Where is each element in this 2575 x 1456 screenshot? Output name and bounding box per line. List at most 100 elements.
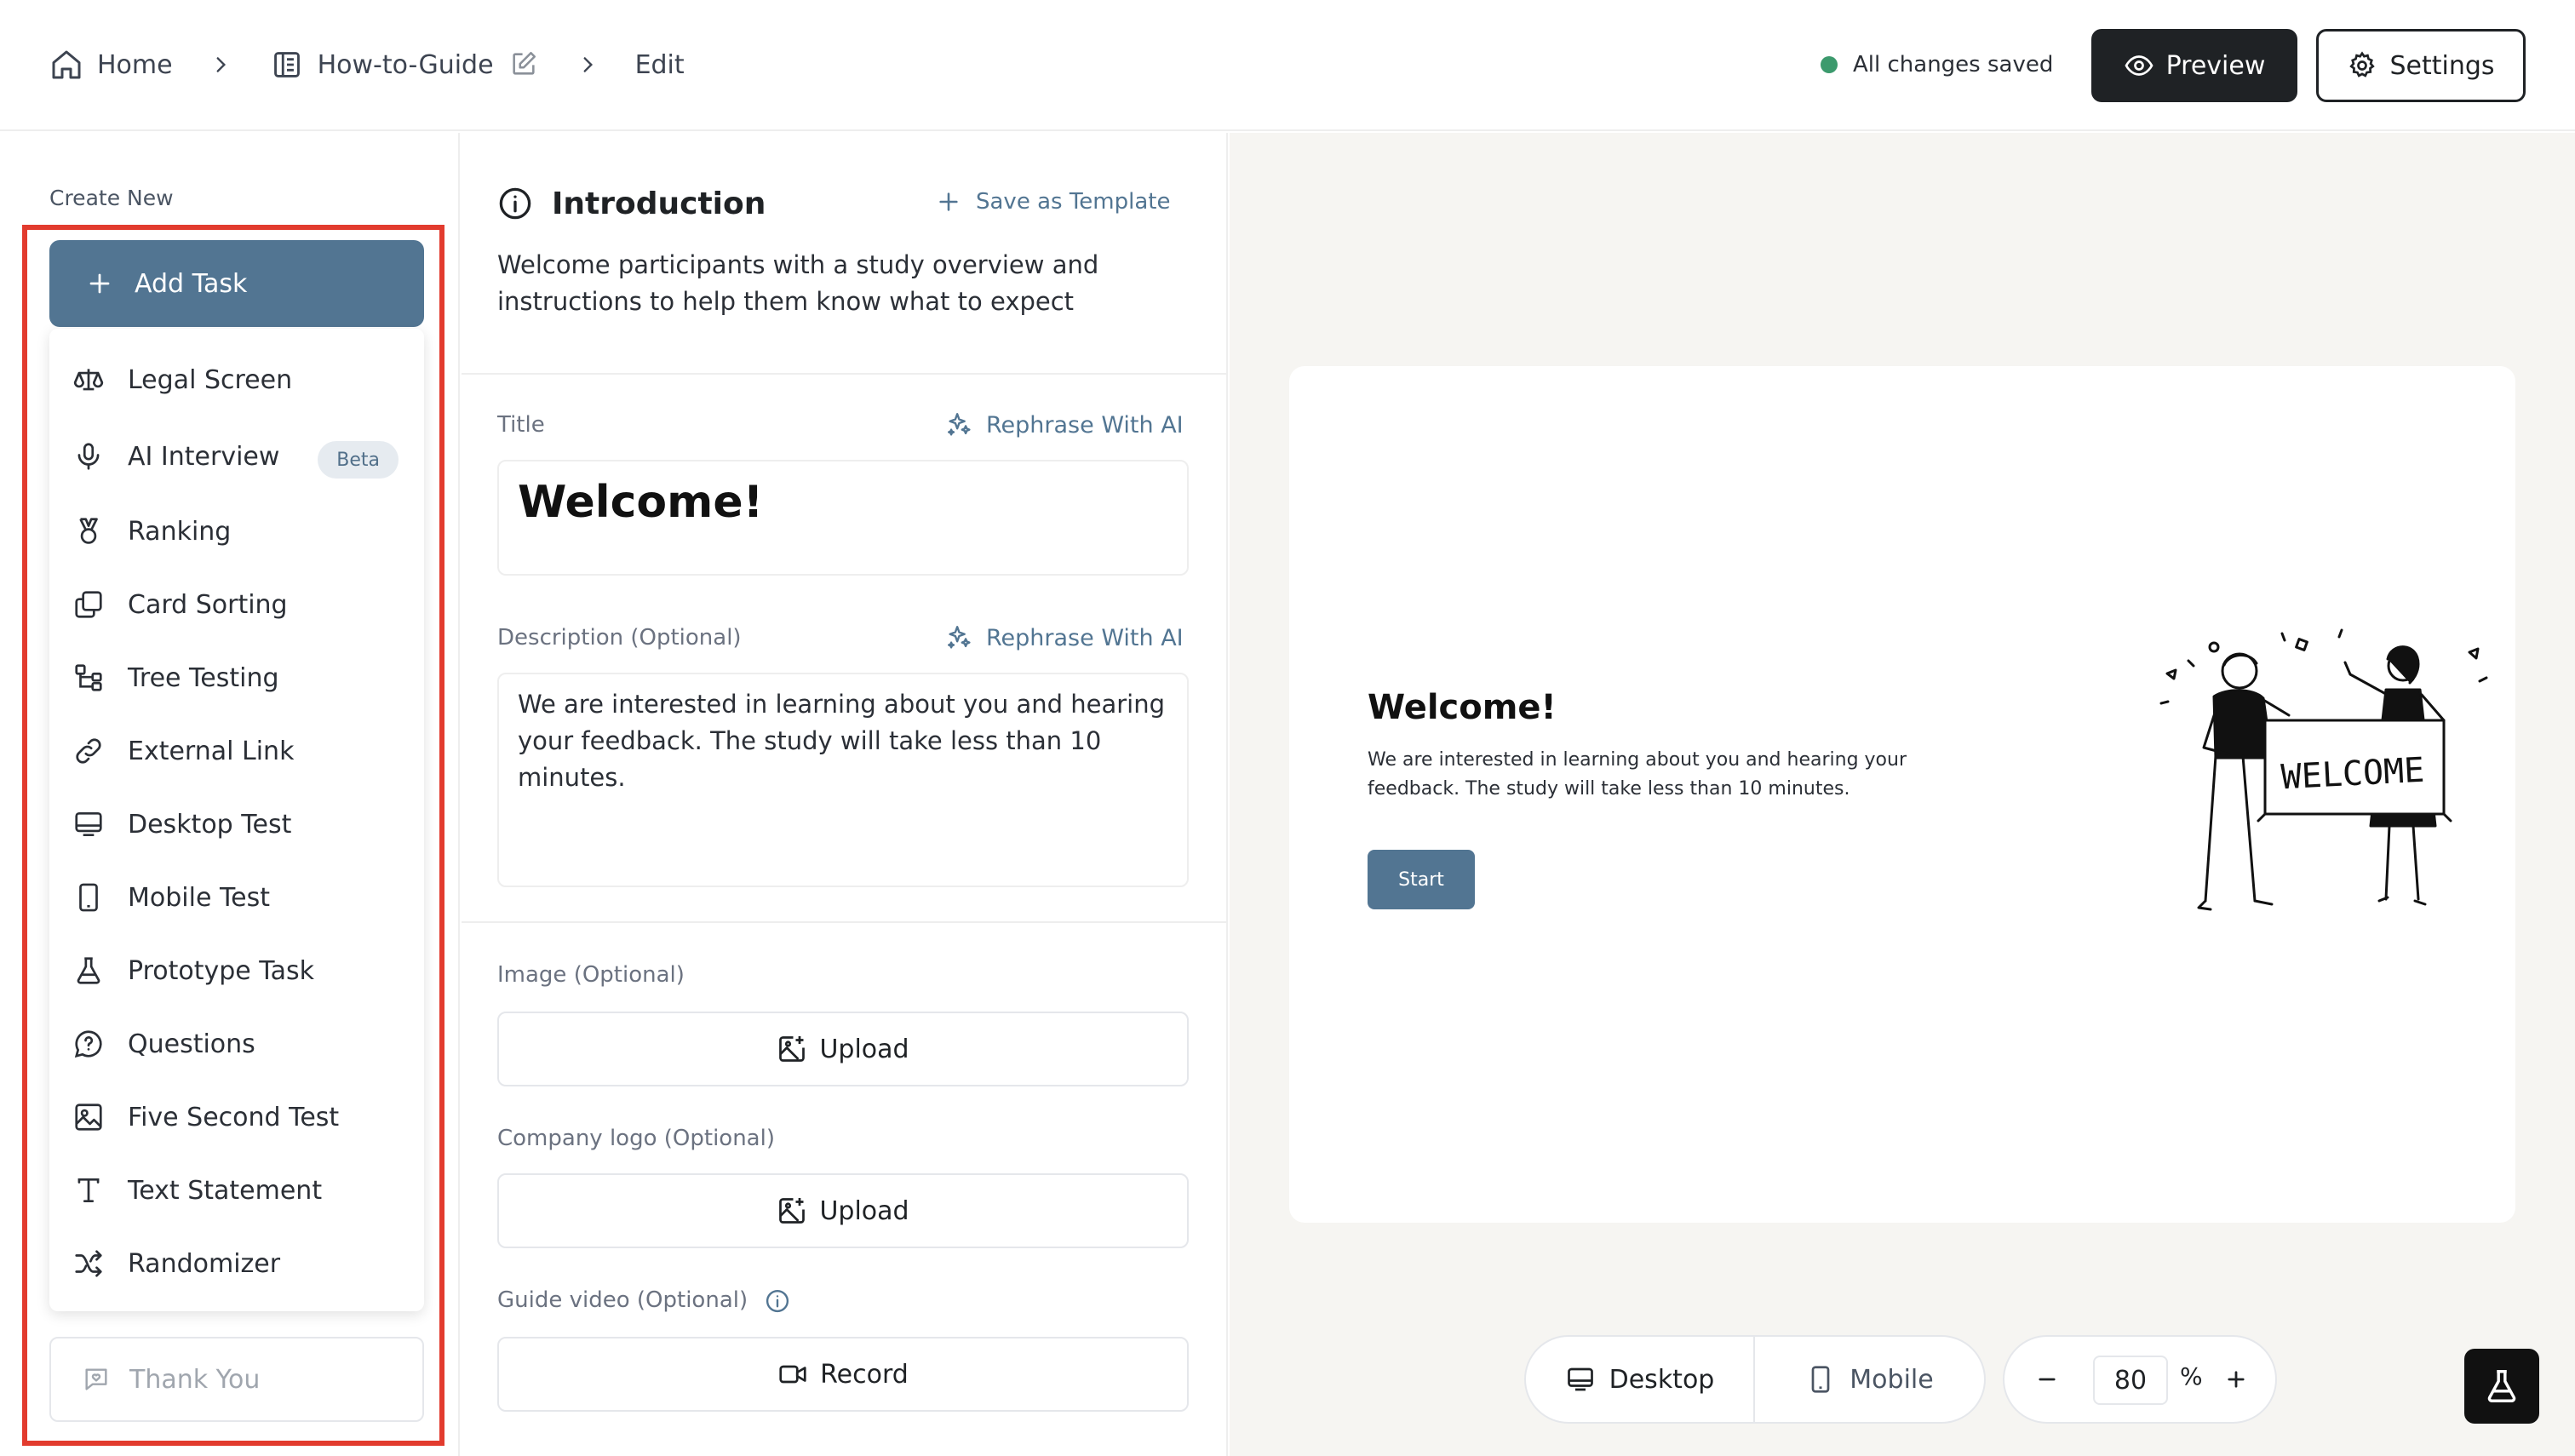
- preview-card: Welcome! We are interested in learning a…: [1289, 366, 2515, 1223]
- mobile-view-label: Mobile: [1850, 1364, 1934, 1395]
- menu-item-legal-screen[interactable]: Legal Screen: [49, 346, 424, 414]
- desktop-view-label: Desktop: [1609, 1364, 1715, 1395]
- menu-item-label: Questions: [128, 1029, 255, 1059]
- shuffle-icon: [72, 1247, 106, 1281]
- menu-item-label: Desktop Test: [128, 809, 292, 840]
- gear-icon: [2349, 51, 2376, 77]
- heart-bubble-icon: [85, 1368, 107, 1390]
- mobile-view-button[interactable]: Mobile: [1755, 1337, 1984, 1422]
- save-status-text: All changes saved: [1853, 52, 2054, 77]
- breadcrumb-guide[interactable]: How-to-Guide: [268, 46, 540, 83]
- section-description: Welcome participants with a study overvi…: [497, 250, 1099, 316]
- preview-button-label: Preview: [2165, 50, 2266, 81]
- image-icon: [72, 1100, 106, 1134]
- beta-badge: Beta: [318, 441, 399, 479]
- breadcrumb-home[interactable]: Home: [48, 46, 173, 83]
- menu-item-questions[interactable]: Questions: [49, 1010, 424, 1078]
- menu-item-tree-testing[interactable]: Tree Testing: [49, 644, 424, 712]
- menu-item-label: Mobile Test: [128, 882, 271, 913]
- rephrase-label: Rephrase With AI: [986, 624, 1184, 651]
- image-label: Image (Optional): [497, 962, 685, 988]
- text-icon: [72, 1173, 106, 1207]
- menu-item-text-statement[interactable]: Text Statement: [49, 1156, 424, 1224]
- breadcrumb-home-label: Home: [97, 49, 173, 80]
- description-textarea[interactable]: We are interested in learning about you …: [497, 673, 1189, 887]
- pencil-edit-icon[interactable]: [509, 49, 540, 80]
- logo-upload-button[interactable]: Upload: [497, 1173, 1189, 1248]
- link-icon: [72, 734, 106, 768]
- device-toggle: Desktop Mobile: [1524, 1335, 1986, 1424]
- menu-item-label: Legal Screen: [128, 364, 293, 395]
- breadcrumb-guide-label: How-to-Guide: [317, 49, 494, 80]
- menu-item-label: AI Interview: [128, 441, 280, 472]
- settings-button[interactable]: Settings: [2316, 29, 2526, 102]
- menu-item-randomizer[interactable]: Randomizer: [49, 1230, 424, 1298]
- rephrase-label: Rephrase With AI: [986, 411, 1184, 439]
- menu-item-label: Randomizer: [128, 1248, 281, 1279]
- menu-item-five-second-test[interactable]: Five Second Test: [49, 1083, 424, 1151]
- menu-item-label: External Link: [128, 736, 295, 766]
- guide-video-label: Guide video (Optional): [497, 1287, 790, 1314]
- menu-item-label: Card Sorting: [128, 589, 288, 620]
- zoom-out-button[interactable]: [2030, 1362, 2064, 1396]
- preview-button[interactable]: Preview: [2091, 29, 2297, 102]
- cards-icon: [72, 588, 106, 622]
- menu-item-ranking[interactable]: Ranking: [49, 497, 424, 565]
- menu-item-label: Text Statement: [128, 1175, 323, 1206]
- tree-icon: [72, 661, 106, 695]
- thank-you-label: Thank You: [129, 1364, 261, 1395]
- menu-item-label: Ranking: [128, 516, 232, 547]
- desktop-view-button[interactable]: Desktop: [1526, 1337, 1755, 1422]
- record-video-button[interactable]: Record: [497, 1337, 1189, 1412]
- menu-item-label: Tree Testing: [128, 662, 279, 693]
- menu-item-label: Prototype Task: [128, 955, 315, 986]
- sparkle-icon: [948, 413, 971, 436]
- divider: [462, 373, 1228, 375]
- menu-item-ai-interview[interactable]: AI Interview Beta: [49, 422, 424, 490]
- guide-video-label-text: Guide video (Optional): [497, 1287, 748, 1313]
- phone-icon: [72, 880, 106, 914]
- zoom-unit: %: [2180, 1362, 2203, 1390]
- preview-start-button[interactable]: Start: [1368, 850, 1475, 909]
- breadcrumb: Home How-to-Guide Edit: [48, 41, 685, 89]
- chevron-right-icon: [572, 49, 603, 80]
- editor-panel: Introduction Save as Template Welcome pa…: [462, 133, 1228, 1456]
- plus-icon: [2228, 1371, 2245, 1388]
- minus-icon: [2039, 1378, 2056, 1381]
- plus-icon: [939, 192, 958, 211]
- zoom-in-button[interactable]: [2219, 1362, 2253, 1396]
- lab-flask-button[interactable]: [2464, 1349, 2539, 1424]
- preview-panel: Welcome! We are interested in learning a…: [1230, 133, 2575, 1456]
- rephrase-title-button[interactable]: Rephrase With AI: [945, 410, 1184, 439]
- home-icon: [48, 46, 85, 83]
- menu-item-desktop-test[interactable]: Desktop Test: [49, 790, 424, 858]
- title-label: Title: [497, 412, 545, 438]
- flask-icon: [72, 954, 106, 988]
- medal-icon: [72, 514, 106, 548]
- saved-status-dot: [1821, 56, 1838, 73]
- menu-item-card-sorting[interactable]: Card Sorting: [49, 570, 424, 639]
- eye-icon: [2125, 55, 2153, 76]
- record-label: Record: [820, 1359, 909, 1390]
- info-icon[interactable]: [765, 1288, 790, 1314]
- save-as-template-button[interactable]: Save as Template: [937, 189, 1170, 215]
- plus-icon: [89, 273, 110, 294]
- menu-item-external-link[interactable]: External Link: [49, 717, 424, 785]
- menu-item-mobile-test[interactable]: Mobile Test: [49, 863, 424, 931]
- title-input[interactable]: Welcome!: [497, 460, 1189, 576]
- zoom-control: 80 %: [2003, 1335, 2277, 1424]
- chevron-right-icon: [205, 49, 236, 80]
- image-upload-button[interactable]: Upload: [497, 1012, 1189, 1086]
- add-task-label: Add Task: [135, 268, 248, 299]
- menu-item-prototype-task[interactable]: Prototype Task: [49, 937, 424, 1005]
- sparkle-icon: [948, 626, 971, 649]
- zoom-input[interactable]: 80: [2093, 1356, 2168, 1405]
- thank-you-item[interactable]: Thank You: [49, 1337, 424, 1422]
- add-task-button[interactable]: Add Task: [49, 240, 424, 327]
- phone-icon: [1811, 1366, 1830, 1393]
- create-new-heading: Create New: [49, 186, 174, 210]
- upload-label: Upload: [819, 1195, 909, 1226]
- rephrase-description-button[interactable]: Rephrase With AI: [945, 623, 1184, 652]
- task-sidebar: Create New Add Task Legal Screen AI Inte…: [0, 133, 460, 1456]
- divider: [462, 921, 1228, 923]
